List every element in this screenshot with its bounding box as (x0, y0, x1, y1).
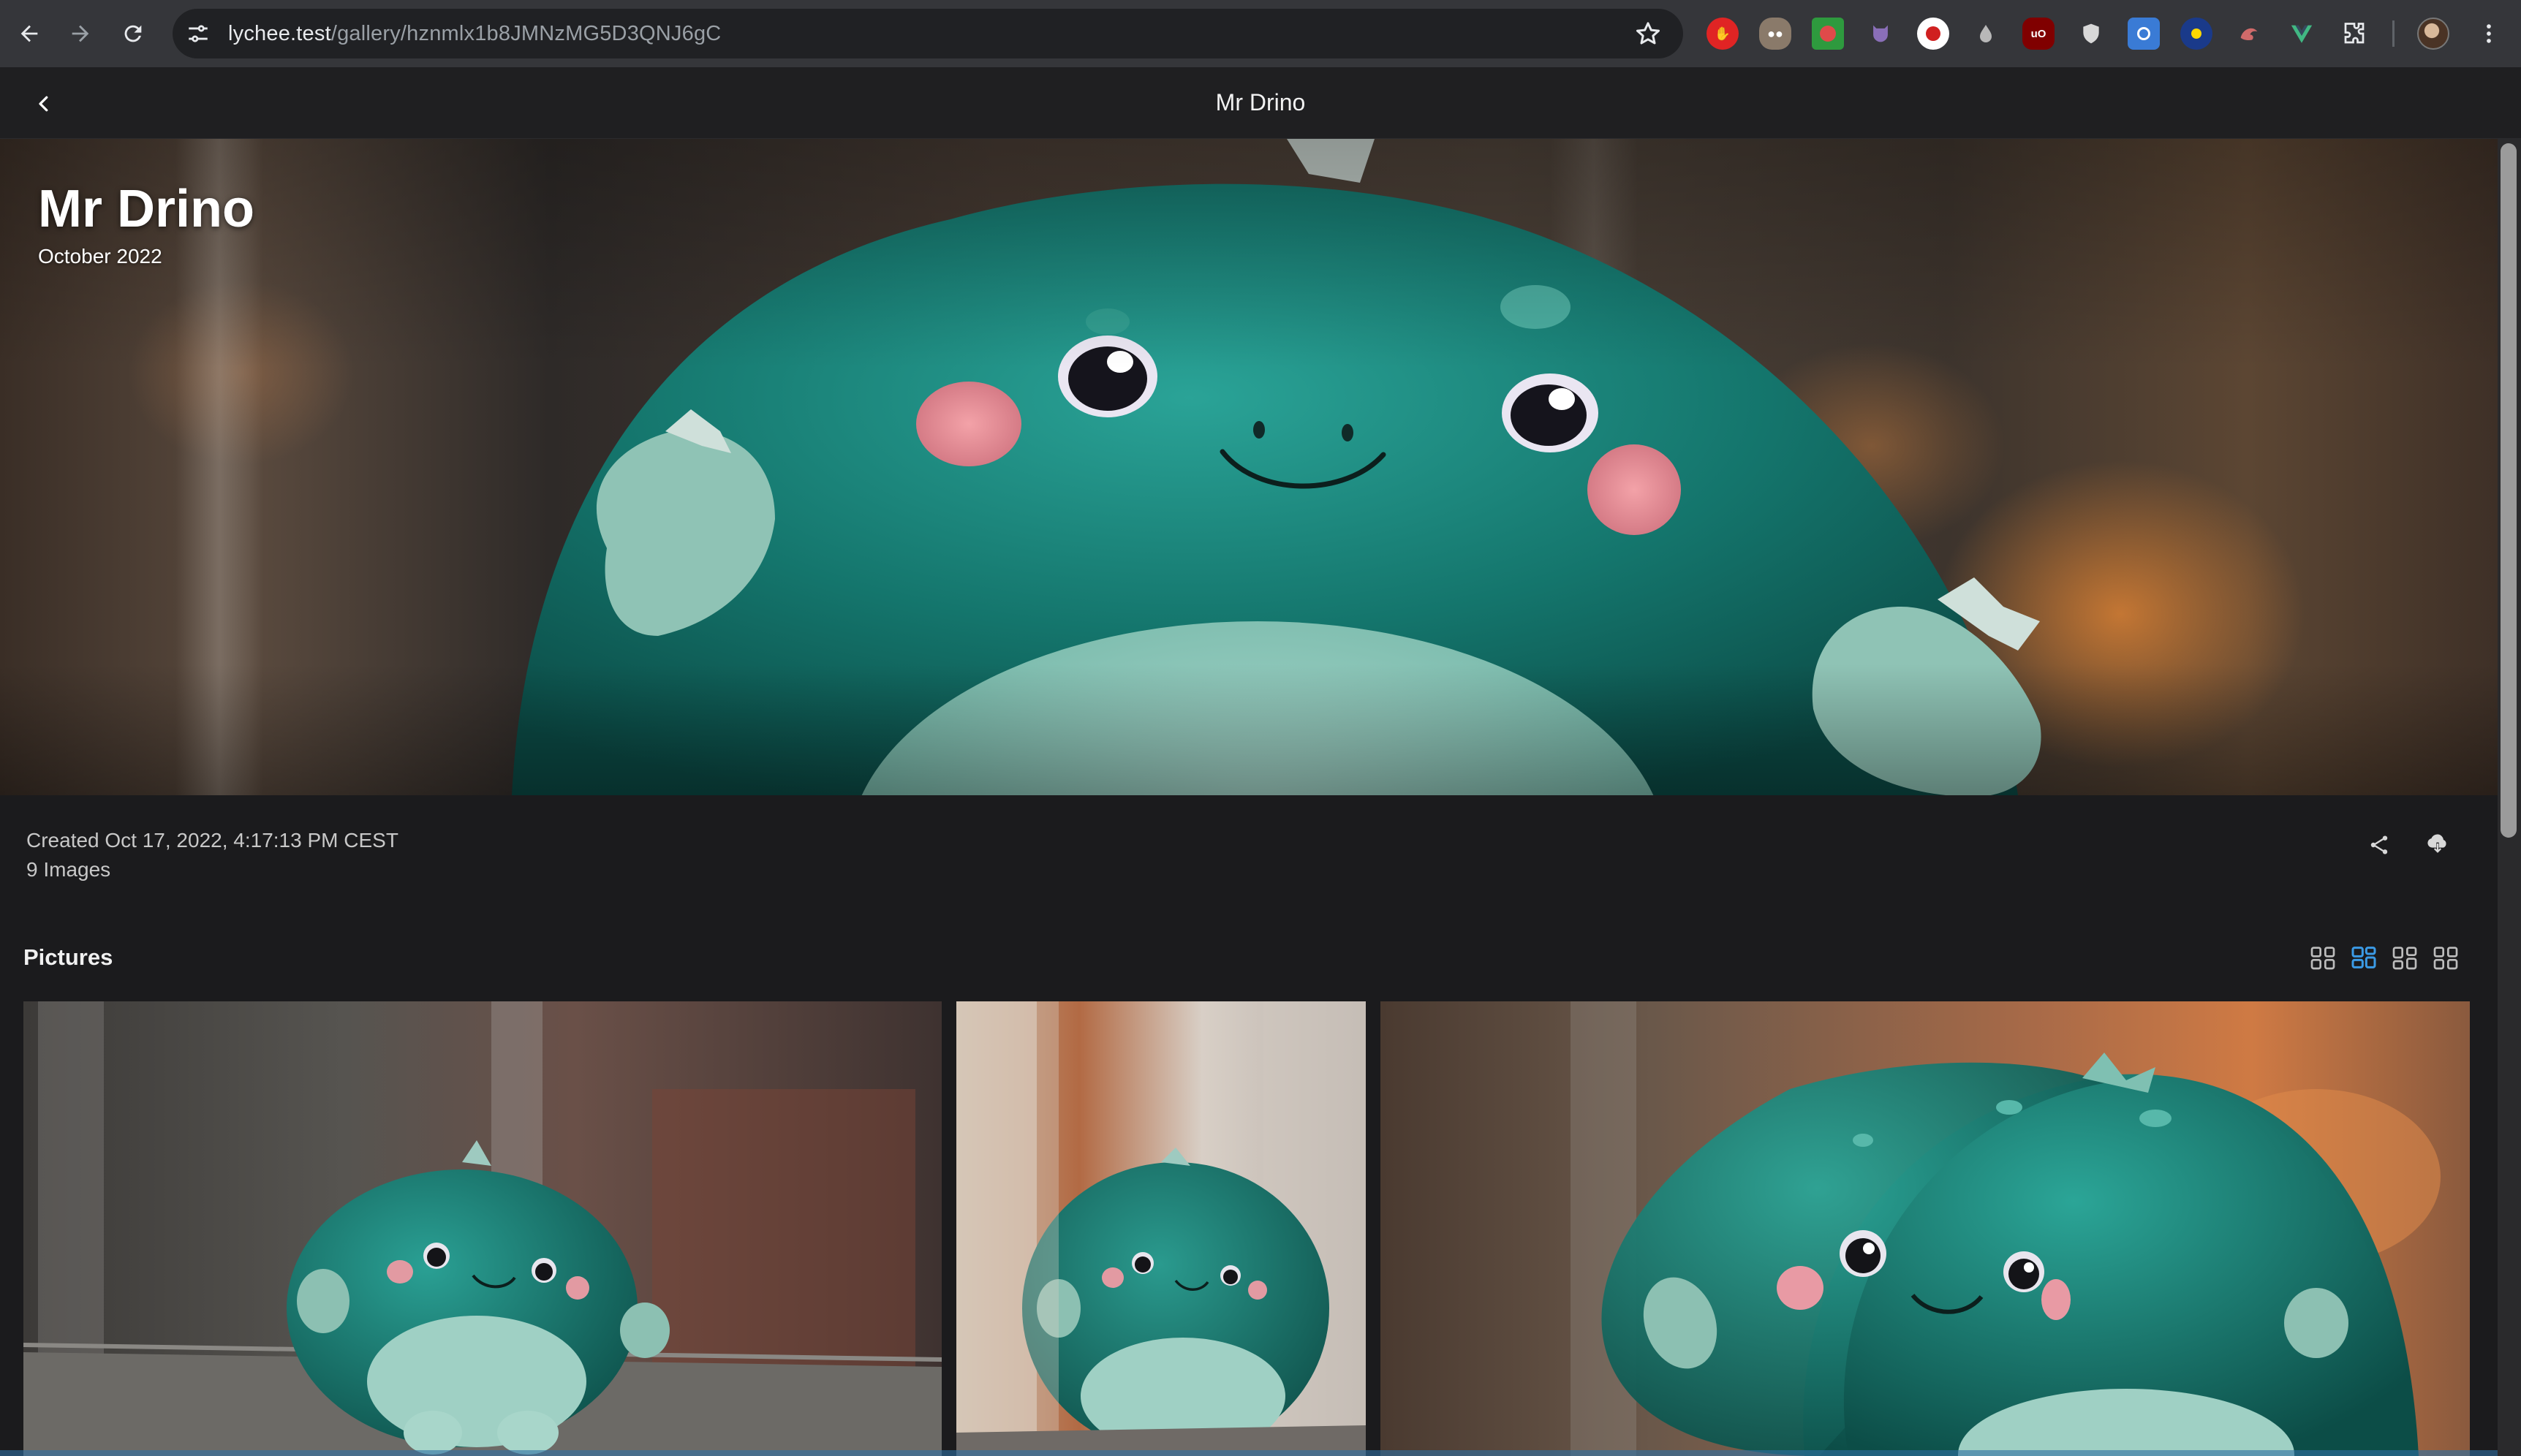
profile-avatar[interactable] (2417, 18, 2449, 50)
url-text[interactable]: lychee.test/gallery/hznmlx1b8JMNzMG5D3QN… (228, 19, 721, 48)
share-icon[interactable] (2360, 826, 2398, 864)
extension-screen-icon[interactable] (2128, 18, 2160, 50)
extension-purple-icon[interactable] (1864, 18, 1897, 50)
album-image-count: 9 Images (26, 858, 111, 881)
extension-shield-icon[interactable] (2075, 18, 2107, 50)
extension-blue-icon[interactable] (2180, 18, 2212, 50)
header-title: Mr Drino (1215, 89, 1306, 115)
album-info: Created Oct 17, 2022, 4:17:13 PM CEST 9 … (26, 826, 398, 884)
extension-ublock-icon[interactable]: uO (2022, 18, 2055, 50)
layout-justified-icon[interactable] (2348, 941, 2379, 974)
layout-squares-icon[interactable] (2308, 941, 2338, 974)
album-title: Mr Drino (38, 180, 254, 238)
pictures-heading: Pictures (23, 944, 113, 970)
extension-vue-icon[interactable] (2286, 18, 2318, 50)
album-date: October 2022 (38, 245, 162, 268)
url-host: lychee.test (228, 22, 331, 45)
address-bar[interactable]: lychee.test/gallery/hznmlx1b8JMNzMG5D3QN… (173, 9, 1683, 58)
layout-grid-icon[interactable] (2430, 941, 2461, 974)
scrollbar-thumb[interactable] (2501, 143, 2517, 838)
photo-thumbnail[interactable] (1380, 1001, 2470, 1456)
extension-record-icon[interactable] (1917, 18, 1949, 50)
extension-owl-icon[interactable]: ●● (1759, 18, 1791, 50)
album-created: Created Oct 17, 2022, 4:17:13 PM CEST (26, 829, 398, 852)
hero-overlay (0, 139, 2498, 795)
app-header: Mr Drino (0, 67, 2521, 139)
toolbar-divider (2392, 20, 2395, 47)
photo-thumbnail[interactable] (956, 1001, 1366, 1456)
extensions-puzzle-icon[interactable] (2338, 18, 2370, 50)
layout-switcher (2308, 941, 2461, 975)
bookmark-star-icon[interactable] (1633, 19, 1663, 48)
album-hero: Mr Drino October 2022 (0, 139, 2498, 795)
back-arrow-icon[interactable] (10, 15, 48, 53)
forward-arrow-icon[interactable] (61, 15, 99, 53)
extension-red-hand-icon[interactable]: ✋ (1707, 18, 1739, 50)
extension-drop-icon[interactable] (1970, 18, 2002, 50)
photo-thumbnail[interactable] (23, 1001, 942, 1456)
site-settings-icon[interactable] (186, 21, 211, 46)
extension-green-icon[interactable] (1812, 18, 1844, 50)
more-vert-icon[interactable] (2473, 18, 2505, 50)
reload-icon[interactable] (114, 15, 152, 53)
browser-toolbar: lychee.test/gallery/hznmlx1b8JMNzMG5D3QN… (0, 0, 2521, 67)
window-bottom-edge (0, 1450, 2498, 1456)
extension-shell-icon[interactable] (2233, 18, 2265, 50)
layout-masonry-icon[interactable] (2389, 941, 2420, 974)
url-path: /gallery/hznmlx1b8JMNzMG5D3QNJ6gC (330, 22, 722, 45)
download-cloud-icon[interactable] (2419, 824, 2457, 862)
